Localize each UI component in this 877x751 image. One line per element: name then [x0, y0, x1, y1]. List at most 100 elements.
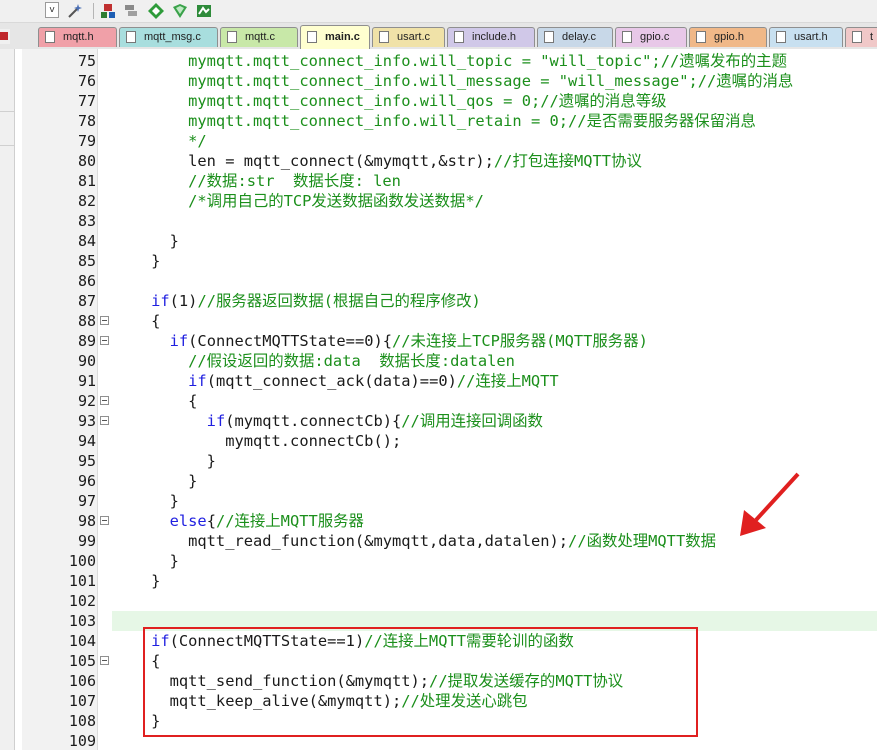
magic-wand-icon[interactable]	[66, 2, 84, 20]
file-icon	[454, 31, 464, 43]
fold-toggle-icon[interactable]	[100, 336, 109, 345]
toolbar: v	[0, 0, 877, 23]
code-comment: //调用连接回调函数	[401, 412, 543, 430]
code-line[interactable]: }	[114, 231, 179, 251]
code-line[interactable]: mqtt_read_function(&mymqtt,data,datalen)…	[114, 531, 716, 551]
line-number: 80	[77, 152, 96, 170]
code-text: mqtt_read_function(&mymqtt,data,datalen)…	[114, 532, 569, 550]
build-icon[interactable]	[99, 2, 117, 20]
code-line[interactable]: }	[114, 551, 179, 571]
dropdown-icon[interactable]: v	[45, 2, 59, 18]
code-line[interactable]: /*调用自己的TCP发送数据函数发送数据*/	[114, 191, 484, 211]
code-keyword: if	[206, 412, 226, 430]
tab-file[interactable]: gpio.c	[615, 27, 687, 47]
tab-label: gpio.c	[640, 31, 670, 43]
code-line[interactable]: }	[114, 451, 216, 471]
code-text: }	[114, 572, 161, 590]
code-text: {	[206, 512, 216, 530]
file-icon	[544, 31, 554, 43]
tab-active[interactable]: main.c	[300, 25, 370, 49]
line-number: 81	[77, 172, 96, 190]
code-line[interactable]: len = mqtt_connect(&mymqtt,&str);//打包连接M…	[114, 151, 642, 171]
fold-toggle-icon[interactable]	[100, 656, 109, 665]
fold-toggle-icon[interactable]	[100, 316, 109, 325]
tab-label: mqtt.h	[63, 31, 94, 43]
code-line[interactable]: */	[114, 131, 207, 151]
code-line[interactable]: mymqtt.mqtt_connect_info.will_message = …	[114, 71, 793, 91]
code-line[interactable]: mymqtt.mqtt_connect_info.will_retain = 0…	[114, 111, 756, 131]
code-line[interactable]: }	[114, 491, 179, 511]
code-line[interactable]: {	[114, 391, 197, 411]
code-keyword: if	[169, 332, 189, 350]
code-line[interactable]: if(mqtt_connect_ack(data)==0)//连接上MQTT	[114, 371, 559, 391]
code-comment: mymqtt.mqtt_connect_info.will_message = …	[114, 72, 794, 90]
options-icon[interactable]	[195, 2, 213, 20]
code-line[interactable]: if(mymqtt.connectCb){//调用连接回调函数	[114, 411, 543, 431]
code-line[interactable]: mymqtt.mqtt_connect_info.will_qos = 0;//…	[114, 91, 666, 111]
code-line[interactable]: if(ConnectMQTTState==0){//未连接上TCP服务器(MQT…	[114, 331, 648, 351]
code-line[interactable]: else{//连接上MQTT服务器	[114, 511, 364, 531]
download-icon[interactable]	[171, 2, 189, 20]
annotation-red-arrow	[740, 472, 800, 536]
code-line[interactable]: }	[114, 571, 160, 591]
line-number: 84	[77, 232, 96, 250]
code-keyword: else	[169, 512, 207, 530]
line-number: 107	[68, 692, 96, 710]
code-text: {	[114, 392, 198, 410]
code-comment: //打包连接MQTT协议	[493, 152, 642, 170]
line-number: 76	[77, 72, 96, 90]
code-line[interactable]: }	[114, 471, 197, 491]
code-text: }	[114, 452, 216, 470]
project-pane[interactable]	[0, 49, 15, 750]
tab-file[interactable]: mqtt_msg.c	[119, 27, 218, 47]
code-comment: //函数处理MQTT数据	[568, 532, 716, 550]
rebuild-icon[interactable]	[147, 2, 165, 20]
pane-divider	[0, 145, 14, 146]
fold-toggle-icon[interactable]	[100, 396, 109, 405]
tab-file[interactable]: usart.c	[372, 27, 445, 47]
tab-file[interactable]: mqtt.h	[38, 27, 117, 47]
code-text: }	[114, 252, 161, 270]
tab-file[interactable]: usart.h	[769, 27, 843, 47]
tab-label: mqtt_msg.c	[144, 31, 201, 43]
code-line[interactable]: //数据:str 数据长度: len	[114, 171, 401, 191]
file-icon	[622, 31, 632, 43]
tab-file[interactable]: gpio.h	[689, 27, 767, 47]
code-line[interactable]: if(1)//服务器返回数据(根据自己的程序修改)	[114, 291, 481, 311]
tab-file[interactable]: delay.c	[537, 27, 613, 47]
line-number: 108	[68, 712, 96, 730]
code-line[interactable]: {	[114, 311, 160, 331]
code-keyword: if	[188, 372, 207, 390]
line-number: 99	[77, 532, 96, 550]
code-line[interactable]: //假设返回的数据:data 数据长度:datalen	[114, 351, 515, 371]
code-line[interactable]: mymqtt.mqtt_connect_info.will_topic = "w…	[114, 51, 787, 71]
line-number: 101	[68, 572, 96, 590]
tab-label: include.h	[472, 31, 517, 43]
tab-label: t	[870, 31, 874, 43]
tab-strip: mqtt.h mqtt_msg.c mqtt.c main.c usart.c inclu…	[0, 23, 877, 49]
line-number: 102	[68, 592, 96, 610]
tab-file[interactable]: t	[845, 27, 877, 47]
fold-toggle-icon[interactable]	[100, 516, 109, 525]
code-comment: */	[114, 132, 207, 150]
tab-file[interactable]: include.h	[447, 27, 535, 47]
tab-label: delay.c	[562, 31, 597, 43]
code-line[interactable]: }	[114, 251, 160, 271]
file-icon	[307, 31, 317, 43]
code-text: {	[114, 312, 161, 330]
code-comment: //未连接上TCP服务器(MQTT服务器)	[392, 332, 648, 350]
code-text: }	[114, 552, 179, 570]
line-number: 96	[77, 472, 96, 490]
build-all-icon[interactable]	[122, 2, 140, 20]
fold-toggle-icon[interactable]	[100, 416, 109, 425]
tab-label: gpio.h	[714, 31, 744, 43]
code-line[interactable]: mymqtt.connectCb();	[114, 431, 401, 451]
line-number: 105	[68, 652, 96, 670]
line-number: 103	[68, 612, 96, 630]
line-number: 78	[77, 112, 96, 130]
tab-file[interactable]: mqtt.c	[220, 27, 298, 47]
line-number: 100	[68, 552, 96, 570]
